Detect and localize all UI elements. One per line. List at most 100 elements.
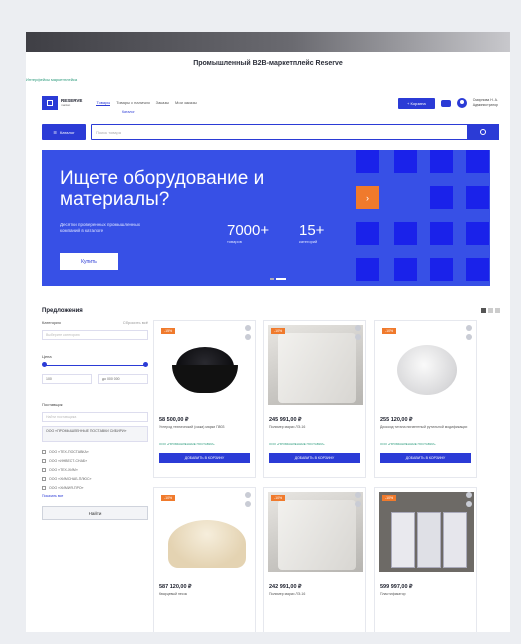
product-card[interactable]: -10% 255 120,00 ₽ Диоксид титана пигмент… [374, 320, 477, 478]
supplier-option: ООО «ИНВЕСТ-СНАБ» [49, 458, 88, 463]
product-card[interactable]: -10% 242 991,00 ₽ Полимер марки ЛЭ-16 [263, 487, 366, 632]
compare-icon[interactable] [466, 334, 472, 340]
find-button[interactable]: Найти [42, 506, 148, 520]
product-image[interactable]: -10% [268, 325, 363, 405]
logo-text[interactable]: RESERVE market [61, 98, 82, 107]
chat-icon[interactable] [440, 99, 451, 107]
product-price: 599 997,00 ₽ [380, 584, 413, 590]
product-description[interactable]: Полимер марки ЛЭ-16 [269, 592, 361, 597]
user-avatar[interactable] [456, 98, 467, 108]
hero-square [430, 150, 453, 173]
supplier-search-input[interactable]: Найти поставщика [42, 412, 148, 422]
product-supplier[interactable]: ООО «ПРОМЫШЛЕННЫЕ ПОСТАВКИ» [159, 442, 215, 446]
nav-item-stock[interactable]: Товары с наличия [116, 100, 149, 106]
product-description[interactable]: Диоксид титана пигментный рутильной моди… [380, 425, 472, 430]
hero-square [430, 258, 453, 281]
price-to-input[interactable]: до 000 000 [98, 374, 148, 384]
discount-badge: -10% [271, 328, 286, 334]
nav-item-my-orders[interactable]: Мои заказы [175, 100, 197, 106]
slider-track [44, 364, 146, 366]
hero-stat-categories: 15+ категорий [299, 222, 324, 244]
product-card[interactable]: -10% 245 991,00 ₽ Полимер марки ЛЭ-16 ОО… [263, 320, 366, 478]
product-image[interactable]: -10% [379, 492, 474, 572]
favorite-icon[interactable] [245, 325, 251, 331]
slider-min-handle[interactable] [42, 362, 47, 367]
favorite-icon[interactable] [355, 325, 361, 331]
logo-icon[interactable] [42, 96, 58, 110]
product-description[interactable]: Полимер марки ЛЭ-16 [269, 425, 361, 430]
category-label: Категория [42, 320, 61, 325]
catalog-label: Каталог [60, 129, 75, 135]
add-to-cart-button[interactable]: ДОБАВИТЬ В КОРЗИНУ [159, 453, 250, 463]
supplier-option: ООО «ТЕХ-ХИМ» [49, 467, 78, 472]
product-description[interactable]: Пластификатор [380, 592, 472, 597]
compare-icon[interactable] [355, 501, 361, 507]
list-view-icon[interactable] [488, 308, 493, 313]
product-image[interactable]: -10% [379, 325, 474, 405]
hero-banner: Ищете оборудование и материалы? Десятки … [42, 150, 490, 286]
slider-max-handle[interactable] [143, 362, 148, 367]
hero-square [466, 150, 489, 173]
selected-supplier[interactable]: ООО «ПРОМЫШЛЕННЫЕ ПОСТАВКИ СИБИРИ» [42, 426, 148, 442]
nav-item-products[interactable]: Товары [96, 100, 111, 106]
nav-item-orders[interactable]: Заказы [156, 100, 169, 106]
supplier-label: Поставщик [42, 402, 63, 407]
product-description[interactable]: Кварцевый песок [159, 592, 251, 597]
crumb-link[interactable]: Интерфейсы маркетплейса [26, 77, 77, 82]
hero-buy-button[interactable]: Купить [60, 253, 118, 270]
hero-square [466, 186, 489, 209]
add-to-cart-button[interactable]: ДОБАВИТЬ В КОРЗИНУ [269, 453, 360, 463]
discount-badge: -15% [161, 328, 176, 334]
filter-header: Категория Сбросить всё [42, 320, 148, 325]
cart-button[interactable]: + Корзина [398, 97, 435, 109]
compare-icon[interactable] [245, 501, 251, 507]
product-card[interactable]: -15% 58 500,00 ₽ Углерод технический (са… [153, 320, 256, 478]
product-description[interactable]: Углерод технический (сажа) марки П803 [159, 425, 251, 430]
supplier-checkbox[interactable]: ООО «ТЕХ-ПОСТАВКА» [42, 447, 148, 456]
grid-view-icon[interactable] [481, 308, 486, 313]
reset-filters-link[interactable]: Сбросить всё [123, 320, 148, 325]
category-field[interactable]: Выберите категорию [42, 330, 148, 340]
search-button[interactable] [467, 124, 499, 140]
compare-icon[interactable] [245, 334, 251, 340]
discount-badge: -10% [382, 328, 397, 334]
carousel-dot-active[interactable] [276, 278, 286, 280]
favorite-icon[interactable] [466, 492, 472, 498]
search-input[interactable]: Поиск товара [91, 124, 499, 140]
header-right: + Корзина Смирнова Н. А. Администратор [398, 97, 498, 109]
nav-sub-item[interactable]: Каталог [122, 110, 135, 114]
supplier-checkbox[interactable]: ООО «ХИМИЯ-ПРО» [42, 483, 148, 492]
supplier-checkbox[interactable]: ООО «ИНВЕСТ-СНАБ» [42, 456, 148, 465]
product-supplier[interactable]: ООО «ПРОМЫШЛЕННЫЕ ПОСТАВКИ» [380, 442, 436, 446]
user-info[interactable]: Смирнова Н. А. Администратор [473, 98, 498, 108]
supplier-checkbox[interactable]: ООО «ТЕХ-ХИМ» [42, 465, 148, 474]
carousel-dot[interactable] [270, 278, 274, 280]
product-image[interactable]: -10% [268, 492, 363, 572]
supplier-checkbox[interactable]: ООО «ХИМСНАБ-ПЛЮС» [42, 474, 148, 483]
checkbox-icon [42, 485, 46, 490]
favorite-icon[interactable] [466, 325, 472, 331]
card-actions [355, 492, 361, 507]
compact-view-icon[interactable] [495, 308, 500, 313]
favorite-icon[interactable] [245, 492, 251, 498]
product-supplier[interactable]: ООО «ПРОМЫШЛЕННЫЕ ПОСТАВКИ» [269, 442, 325, 446]
price-slider[interactable] [42, 362, 148, 368]
hero-next-arrow-icon[interactable]: › [356, 186, 379, 209]
product-image[interactable]: -15% [158, 325, 253, 405]
compare-icon[interactable] [355, 334, 361, 340]
price-from-input[interactable]: 100 [42, 374, 92, 384]
show-all-suppliers-link[interactable]: Показать все [42, 494, 148, 498]
catalog-button[interactable]: ☰ Каталог [42, 124, 86, 140]
main-nav: Товары Товары с наличия Заказы Мои заказ… [96, 100, 197, 106]
favorite-icon[interactable] [355, 492, 361, 498]
hero-square [430, 186, 453, 209]
card-actions [245, 325, 251, 340]
add-to-cart-button[interactable]: ДОБАВИТЬ В КОРЗИНУ [380, 453, 471, 463]
product-card[interactable]: -10% 587 120,00 ₽ Кварцевый песок [153, 487, 256, 632]
card-actions [355, 325, 361, 340]
product-card[interactable]: -10% 599 997,00 ₽ Пластификатор [374, 487, 477, 632]
discount-badge: -10% [161, 495, 176, 501]
discount-badge: -10% [271, 495, 286, 501]
compare-icon[interactable] [466, 501, 472, 507]
product-image[interactable]: -10% [158, 492, 253, 572]
